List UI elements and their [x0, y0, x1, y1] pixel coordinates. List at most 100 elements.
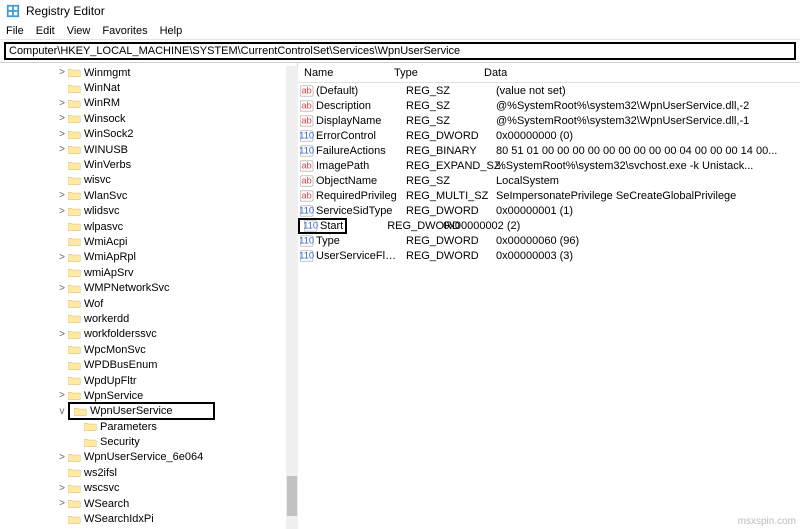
tree-item[interactable]: wlpasvc	[0, 219, 297, 234]
value-type: REG_MULTI_SZ	[400, 190, 490, 202]
tree-item[interactable]: WSearchIdxPi	[0, 511, 297, 526]
value-row[interactable]: 110TypeREG_DWORD0x00000060 (96)	[298, 233, 800, 248]
tree-item[interactable]: WinNat	[0, 80, 297, 95]
tree-item[interactable]: Wof	[0, 296, 297, 311]
value-name: DisplayName	[314, 115, 400, 127]
tree-label: Parameters	[100, 421, 157, 433]
value-type: REG_BINARY	[400, 145, 490, 157]
value-type: REG_DWORD	[400, 205, 490, 217]
value-type: REG_EXPAND_SZ	[400, 160, 490, 172]
tree-label: WMPNetworkSvc	[84, 282, 170, 294]
svg-text:ab: ab	[301, 100, 311, 111]
value-row[interactable]: ab(Default)REG_SZ(value not set)	[298, 83, 800, 98]
value-row[interactable]: 110UserServiceFlagsREG_DWORD0x00000003 (…	[298, 248, 800, 263]
tree-label: WINUSB	[84, 144, 128, 156]
menu-help[interactable]: Help	[160, 25, 183, 37]
tree-label: Wof	[84, 298, 103, 310]
tree-item[interactable]: >WlanSvc	[0, 188, 297, 203]
tree-item[interactable]: >wscsvc	[0, 481, 297, 496]
tree-item[interactable]: >WpnUserService_6e064	[0, 450, 297, 465]
menu-edit[interactable]: Edit	[36, 25, 55, 37]
address-text: Computer\HKEY_LOCAL_MACHINE\SYSTEM\Curre…	[9, 45, 460, 57]
menu-favorites[interactable]: Favorites	[102, 25, 147, 37]
tree-item[interactable]: workerdd	[0, 311, 297, 326]
value-row[interactable]: 110FailureActionsREG_BINARY80 51 01 00 0…	[298, 143, 800, 158]
svg-text:110: 110	[300, 235, 314, 246]
tree-label: WpcMonSvc	[84, 344, 146, 356]
tree-item[interactable]: wmiApSrv	[0, 265, 297, 280]
tree-item[interactable]: >WMPNetworkSvc	[0, 280, 297, 295]
col-data[interactable]: Data	[478, 67, 800, 79]
tree-label: WpnUserService_6e064	[84, 451, 203, 463]
menubar: File Edit View Favorites Help	[0, 22, 800, 40]
tree-item[interactable]: WmiAcpi	[0, 234, 297, 249]
tree-item[interactable]: >WinSock2	[0, 127, 297, 142]
value-name: Type	[314, 235, 400, 247]
value-data: 80 51 01 00 00 00 00 00 00 00 00 00 04 0…	[490, 145, 800, 157]
tree-item[interactable]: >WINUSB	[0, 142, 297, 157]
tree-item[interactable]: >workfolderssvc	[0, 327, 297, 342]
tree-item[interactable]: wisvc	[0, 173, 297, 188]
tree-item[interactable]: ws2ifsl	[0, 465, 297, 480]
value-row[interactable]: abImagePathREG_EXPAND_SZ%SystemRoot%\sys…	[298, 158, 800, 173]
tree-item[interactable]: WpcMonSvc	[0, 342, 297, 357]
value-data: %SystemRoot%\system32\svchost.exe -k Uni…	[490, 160, 800, 172]
tree-item[interactable]: >WpnService	[0, 388, 297, 403]
value-data: SeImpersonatePrivilege SeCreateGlobalPri…	[490, 190, 800, 202]
value-name: ImagePath	[314, 160, 400, 172]
tree-label: wlpasvc	[84, 221, 123, 233]
value-row[interactable]: abDescriptionREG_SZ@%SystemRoot%\system3…	[298, 98, 800, 113]
tree-label: WinNat	[84, 82, 120, 94]
value-type: REG_SZ	[400, 115, 490, 127]
tree-item[interactable]: vWpnUserService	[0, 404, 297, 419]
tree-item[interactable]: >WmiApRpl	[0, 250, 297, 265]
tree-label: wlidsvc	[84, 205, 119, 217]
tree-label: WSearchIdxPi	[84, 513, 154, 525]
tree-item[interactable]: >wlidsvc	[0, 204, 297, 219]
list-view[interactable]: Name Type Data ab(Default)REG_SZ(value n…	[298, 63, 800, 527]
tree-item[interactable]: >WSearch	[0, 496, 297, 511]
tree-label: Winmgmt	[84, 67, 130, 79]
scrollbar-thumb[interactable]	[287, 476, 297, 516]
value-data: @%SystemRoot%\system32\WpnUserService.dl…	[490, 100, 800, 112]
tree-label: WlanSvc	[84, 190, 127, 202]
address-bar[interactable]: Computer\HKEY_LOCAL_MACHINE\SYSTEM\Curre…	[4, 42, 796, 60]
value-row[interactable]: abObjectNameREG_SZLocalSystem	[298, 173, 800, 188]
value-row[interactable]: 110StartREG_DWORD0x00000002 (2)	[298, 218, 800, 233]
tree-item[interactable]: Parameters	[0, 419, 297, 434]
tree-label: wisvc	[84, 174, 111, 186]
menu-file[interactable]: File	[6, 25, 24, 37]
tree-item[interactable]: >Winmgmt	[0, 65, 297, 80]
tree-scrollbar[interactable]	[286, 66, 298, 529]
watermark: msxspin.com	[738, 516, 796, 527]
menu-view[interactable]: View	[67, 25, 91, 37]
list-header: Name Type Data	[298, 63, 800, 83]
tree-label: WmiAcpi	[84, 236, 127, 248]
value-data: 0x00000002 (2)	[437, 220, 800, 232]
tree-label: WSearch	[84, 498, 129, 510]
tree-item[interactable]: WinVerbs	[0, 157, 297, 172]
value-row[interactable]: abDisplayNameREG_SZ@%SystemRoot%\system3…	[298, 113, 800, 128]
tree-item[interactable]: WpdUpFltr	[0, 373, 297, 388]
value-data: LocalSystem	[490, 175, 800, 187]
svg-text:110: 110	[300, 145, 314, 156]
col-type[interactable]: Type	[388, 67, 478, 79]
value-type: REG_SZ	[400, 85, 490, 97]
value-row[interactable]: abRequiredPrivilegREG_MULTI_SZSeImperson…	[298, 188, 800, 203]
value-type: REG_DWORD	[347, 220, 437, 232]
col-name[interactable]: Name	[298, 67, 388, 79]
tree-item[interactable]: >Winsock	[0, 111, 297, 126]
tree-view[interactable]: >Winmgmt WinNat>WinRM>Winsock>WinSock2>W…	[0, 63, 298, 527]
tree-label: Winsock	[84, 113, 126, 125]
value-type: REG_SZ	[400, 100, 490, 112]
svg-text:ab: ab	[301, 190, 311, 201]
tree-label: wmiApSrv	[84, 267, 134, 279]
svg-text:110: 110	[304, 220, 318, 231]
value-type: REG_SZ	[400, 175, 490, 187]
tree-item[interactable]: WPDBusEnum	[0, 357, 297, 372]
value-row[interactable]: 110ServiceSidTypeREG_DWORD0x00000001 (1)	[298, 203, 800, 218]
value-row[interactable]: 110ErrorControlREG_DWORD0x00000000 (0)	[298, 128, 800, 143]
tree-item[interactable]: Security	[0, 434, 297, 449]
tree-item[interactable]: >WinRM	[0, 96, 297, 111]
tree-label: WpdUpFltr	[84, 375, 137, 387]
